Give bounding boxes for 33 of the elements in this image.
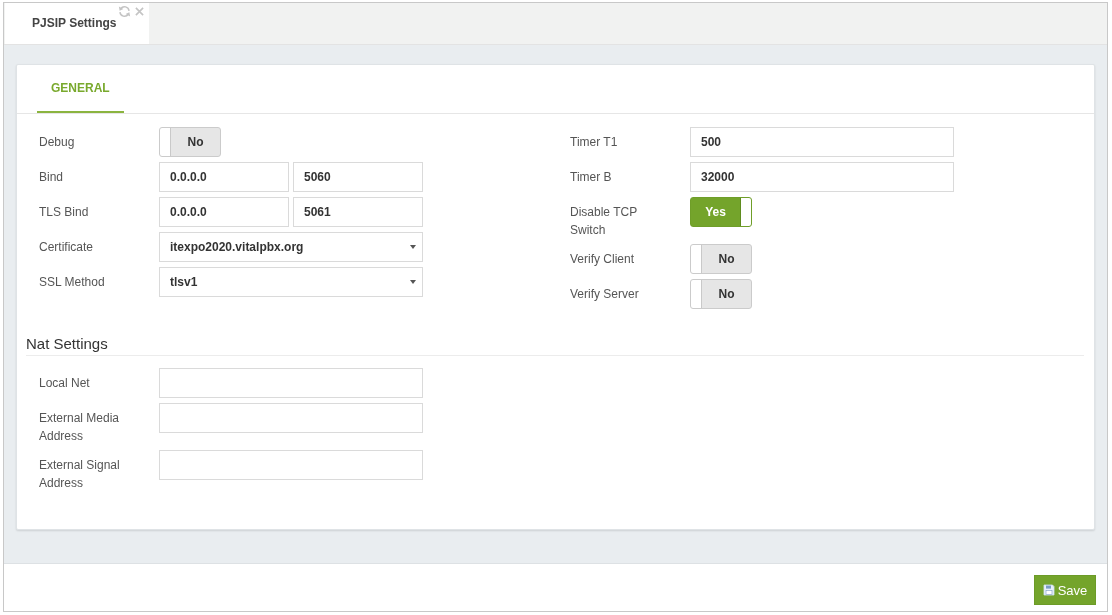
field-label: Local Net: [39, 375, 91, 392]
close-icon[interactable]: [135, 7, 144, 16]
field-label: SSL Method: [39, 274, 106, 291]
dropdown-field[interactable]: tlsv1: [159, 267, 423, 297]
field-label: Disable TCP Switch: [570, 204, 638, 239]
field-label: External Media Address: [39, 410, 121, 445]
field-label: Verify Client: [570, 251, 636, 268]
toggle-switch[interactable]: No: [159, 127, 221, 157]
field-label: Bind: [39, 169, 65, 186]
dropdown-field[interactable]: itexpo2020.vitalpbx.org: [159, 232, 423, 262]
text-field[interactable]: [159, 403, 423, 433]
text-field[interactable]: [159, 450, 423, 480]
text-field[interactable]: [159, 368, 423, 398]
field-label: Certificate: [39, 239, 95, 256]
field-label: Verify Server: [570, 286, 640, 303]
text-field[interactable]: 0.0.0.0: [159, 162, 289, 192]
caret-icon: [410, 245, 416, 249]
toggle-switch[interactable]: No: [690, 279, 752, 309]
refresh-icon[interactable]: [118, 5, 131, 18]
text-field[interactable]: 500: [690, 127, 954, 157]
field-label: Timer B: [570, 169, 613, 186]
page-tab[interactable]: PJSIP Settings: [5, 3, 149, 44]
text-field[interactable]: 32000: [690, 162, 954, 192]
text-field[interactable]: 0.0.0.0: [159, 197, 289, 227]
section-heading: Nat Settings: [26, 334, 1084, 356]
text-field[interactable]: 5061: [293, 197, 423, 227]
field-label: External Signal Address: [39, 457, 121, 492]
field-label: Timer T1: [570, 134, 619, 151]
field-label: Debug: [39, 134, 76, 151]
toggle-switch[interactable]: No: [690, 244, 752, 274]
text-field[interactable]: 5060: [293, 162, 423, 192]
caret-icon: [410, 280, 416, 284]
field-label: TLS Bind: [39, 204, 90, 221]
